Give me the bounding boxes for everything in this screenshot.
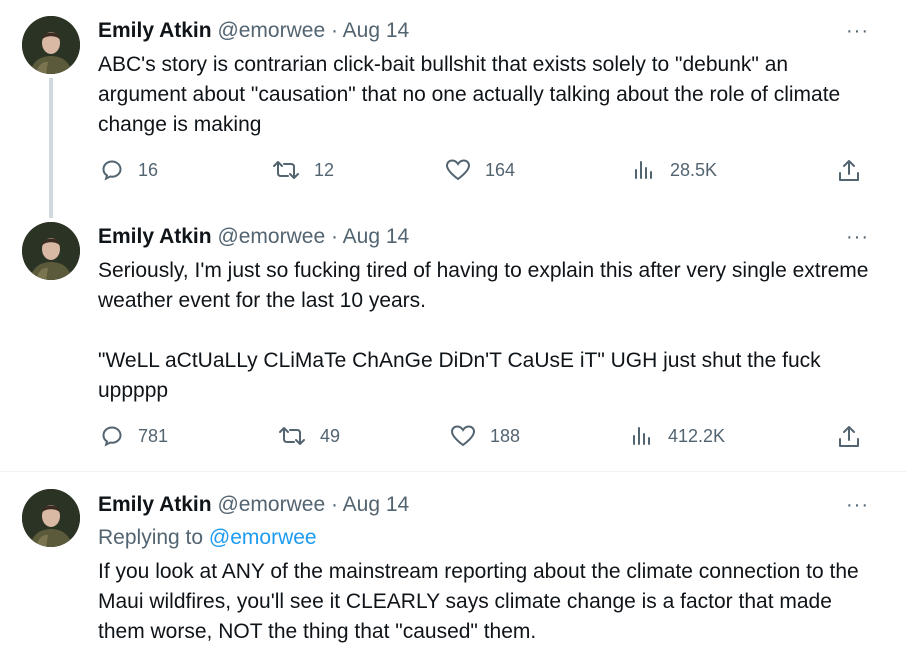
tweet-actions: 781 49 188 412.2K (0, 424, 906, 454)
views-count: 412.2K (668, 425, 726, 446)
more-options-button[interactable]: ··· (846, 226, 869, 249)
reply-icon (102, 426, 122, 447)
author-name[interactable]: Emily Atkin (98, 493, 212, 516)
retweet-count: 49 (320, 425, 341, 446)
avatar[interactable] (22, 489, 80, 547)
author-name[interactable]: Emily Atkin (98, 19, 212, 42)
author-handle[interactable]: @emorwee (217, 493, 325, 516)
replying-to-label: Replying to (98, 526, 204, 549)
like-button[interactable]: 164 (445, 158, 515, 182)
author-handle[interactable]: @emorwee (217, 19, 325, 42)
tweet-date[interactable]: Aug 14 (343, 493, 410, 516)
tweet-header: Emily Atkin @emorwee · Aug 14 (98, 225, 409, 249)
avatar[interactable] (22, 16, 80, 74)
reply-button[interactable]: 781 (100, 424, 168, 448)
share-icon (839, 426, 859, 447)
share-icon (839, 160, 859, 181)
tweet-header: Emily Atkin @emorwee · Aug 14 (98, 19, 409, 43)
tweet-2[interactable]: Emily Atkin @emorwee · Aug 14 ··· Seriou… (0, 205, 906, 471)
tweet-1[interactable]: Emily Atkin @emorwee · Aug 14 ··· ABC's … (0, 0, 906, 218)
tweet-text: ABC's story is contrarian click-bait bul… (98, 53, 847, 136)
tweet-date[interactable]: Aug 14 (343, 19, 410, 42)
views-chart-icon (635, 161, 652, 179)
more-options-button[interactable]: ··· (846, 20, 869, 43)
separator-dot: · (330, 493, 338, 516)
retweet-button[interactable]: 49 (278, 424, 340, 448)
reply-icon (102, 160, 122, 181)
share-button[interactable] (836, 158, 862, 184)
thread-line (49, 78, 53, 218)
reply-count: 781 (138, 425, 169, 446)
more-options-button[interactable]: ··· (846, 494, 869, 517)
separator-dot: · (330, 19, 338, 42)
avatar[interactable] (22, 222, 80, 280)
like-count: 164 (485, 159, 516, 180)
like-count: 188 (490, 425, 521, 446)
tweet-text: Seriously, I'm just so fucking tired of … (98, 259, 869, 402)
retweet-button[interactable]: 12 (272, 158, 334, 182)
replying-to-handle-link[interactable]: @emorwee (209, 526, 317, 549)
share-button[interactable] (836, 424, 862, 450)
reply-button[interactable]: 16 (100, 158, 158, 182)
tweet-actions: 16 12 164 28.5K (0, 158, 906, 188)
tweet-date[interactable]: Aug 14 (343, 225, 410, 248)
replying-to: Replying to @emorwee (98, 526, 317, 550)
heart-icon (450, 425, 476, 447)
views-chart-icon (633, 427, 650, 445)
author-handle[interactable]: @emorwee (217, 225, 325, 248)
separator-dot: · (330, 225, 338, 248)
tweet-text: If you look at ANY of the mainstream rep… (98, 560, 865, 643)
views-count: 28.5K (670, 159, 718, 180)
tweet-3[interactable]: Emily Atkin @emorwee · Aug 14 ··· Replyi… (0, 472, 906, 670)
retweet-count: 12 (314, 159, 335, 180)
tweet-header: Emily Atkin @emorwee · Aug 14 (98, 493, 409, 517)
views-button[interactable]: 412.2K (630, 424, 725, 448)
retweet-icon (279, 427, 305, 445)
author-name[interactable]: Emily Atkin (98, 225, 212, 248)
heart-icon (445, 159, 471, 181)
views-button[interactable]: 28.5K (632, 158, 717, 182)
like-button[interactable]: 188 (450, 424, 520, 448)
retweet-icon (273, 161, 299, 179)
reply-count: 16 (138, 159, 159, 180)
